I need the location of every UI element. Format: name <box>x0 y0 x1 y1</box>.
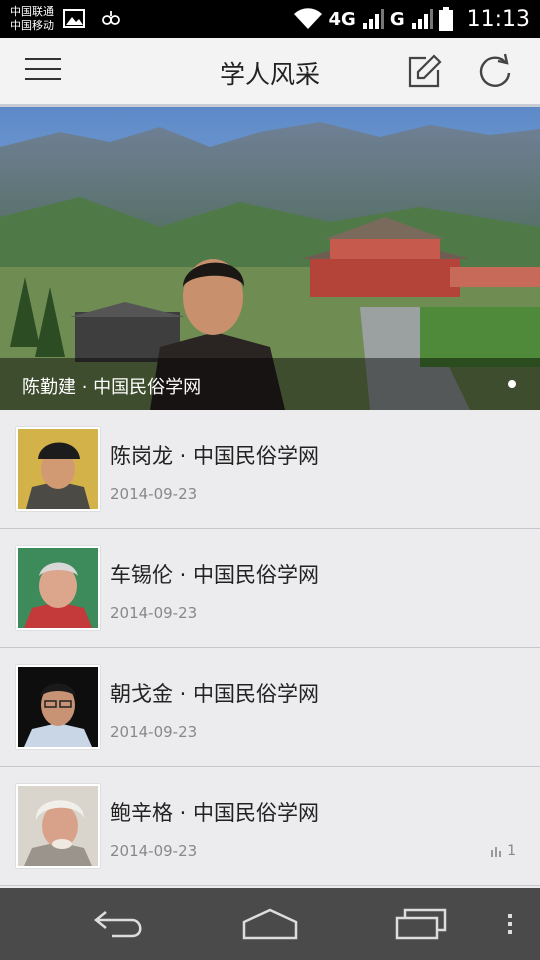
recent-apps-icon[interactable] <box>393 906 449 942</box>
avatar <box>16 784 100 868</box>
home-icon[interactable] <box>240 906 300 942</box>
menu-button[interactable] <box>25 58 61 84</box>
signal-icon-2 <box>411 9 433 29</box>
refresh-icon[interactable] <box>476 51 514 91</box>
network-type-1: 4G <box>328 8 356 30</box>
list-item[interactable]: 陈岗龙 · 中国民俗学网 2014-09-23 <box>0 410 540 529</box>
more-options-icon[interactable] <box>504 906 516 942</box>
view-count: 1 <box>491 843 516 859</box>
view-count-value: 1 <box>507 843 516 859</box>
image-notification-icon <box>63 9 85 28</box>
list-item[interactable]: 车锡伦 · 中国民俗学网 2014-09-23 <box>0 529 540 648</box>
list-item[interactable]: 鲍辛格 · 中国民俗学网 2014-09-23 1 <box>0 767 540 886</box>
battery-icon <box>438 7 453 31</box>
app-header: 学人风采 <box>0 38 540 107</box>
network-type-2: G <box>389 8 405 30</box>
carrier-1: 中国联通 <box>10 5 54 18</box>
article-date: 2014-09-23 <box>110 723 198 741</box>
back-icon[interactable] <box>92 906 148 942</box>
status-right: 4G G 11:13 <box>293 0 530 38</box>
article-date: 2014-09-23 <box>110 842 198 860</box>
hero-caption-text: 陈勤建 · 中国民俗学网 <box>22 377 202 398</box>
system-nav-bar <box>0 888 540 960</box>
bar-chart-icon <box>491 847 502 857</box>
carousel-indicator[interactable] <box>508 380 516 388</box>
article-date: 2014-09-23 <box>110 485 198 503</box>
wifi-icon <box>293 8 322 29</box>
data-transfer-icon <box>102 11 120 25</box>
page-title: 学人风采 <box>219 60 320 89</box>
carrier-info: 中国联通 中国移动 <box>10 5 54 33</box>
clock: 11:13 <box>466 6 530 32</box>
edit-icon[interactable] <box>404 52 442 90</box>
carrier-2: 中国移动 <box>10 19 54 32</box>
hero-banner[interactable]: 陈勤建 · 中国民俗学网 <box>0 107 540 410</box>
avatar <box>16 427 100 511</box>
signal-icon-1 <box>362 9 384 29</box>
avatar <box>16 665 100 749</box>
article-title: 陈岗龙 · 中国民俗学网 <box>110 444 320 468</box>
article-date: 2014-09-23 <box>110 604 198 622</box>
avatar <box>16 546 100 630</box>
article-list: 陈岗龙 · 中国民俗学网 2014-09-23 车锡伦 · 中国民俗学网 201… <box>0 410 540 886</box>
article-title: 朝戈金 · 中国民俗学网 <box>110 682 320 706</box>
article-title: 鲍辛格 · 中国民俗学网 <box>110 801 320 825</box>
status-bar: 中国联通 中国移动 4G G 11:13 <box>0 0 540 38</box>
article-title: 车锡伦 · 中国民俗学网 <box>110 563 320 587</box>
list-item[interactable]: 朝戈金 · 中国民俗学网 2014-09-23 <box>0 648 540 767</box>
hero-caption: 陈勤建 · 中国民俗学网 <box>0 358 540 410</box>
